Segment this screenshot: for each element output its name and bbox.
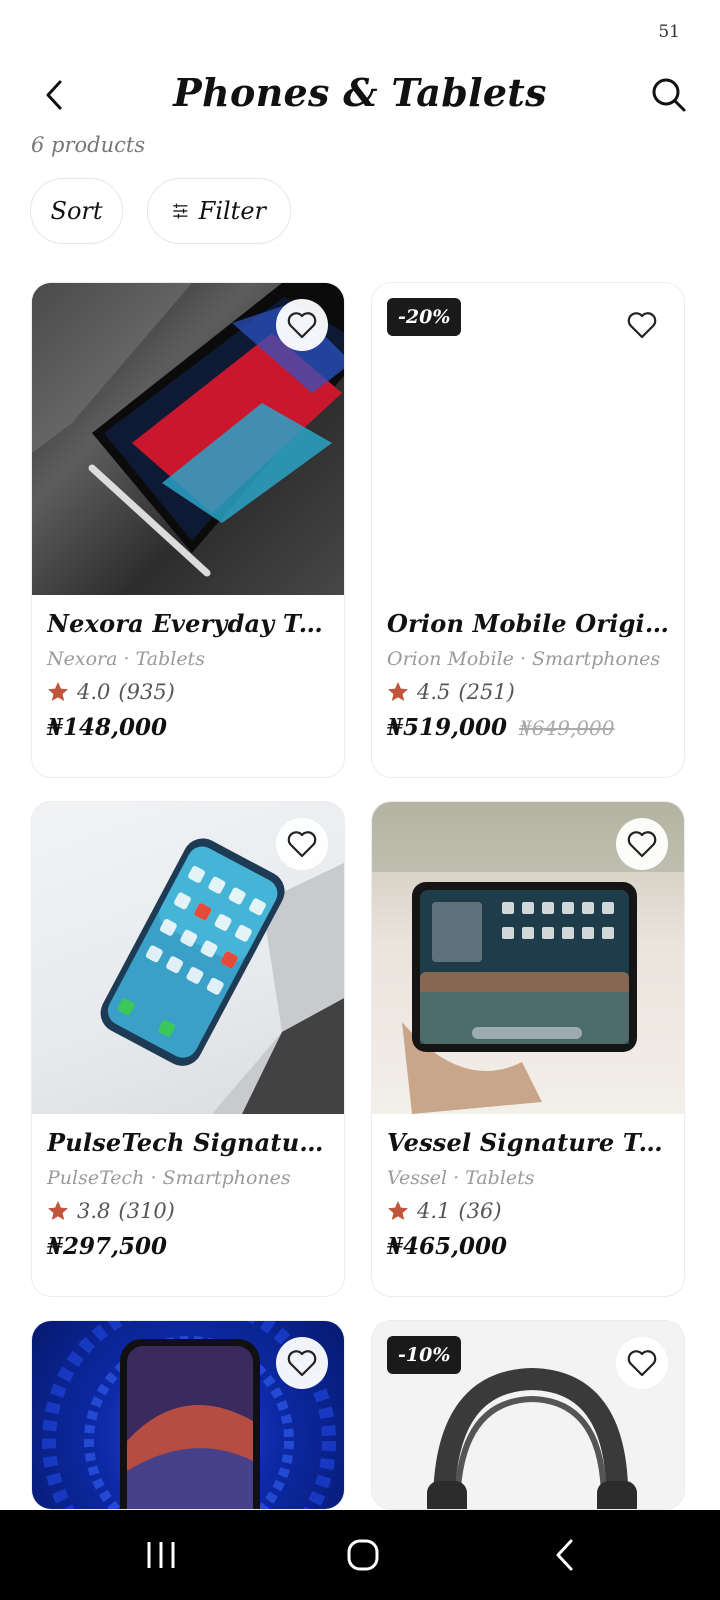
status-bar: 51: [0, 0, 720, 60]
favorite-button[interactable]: [276, 1337, 328, 1389]
product-name: Nexora Everyday Tablet: [47, 609, 329, 638]
product-brand-category: Nexora · Tablets: [47, 648, 205, 670]
product-card[interactable]: Vessel Signature Tablet Vessel · Tablets…: [371, 801, 685, 1297]
product-brand-category: PulseTech · Smartphones: [47, 1167, 291, 1189]
product-info: Orion Mobile Original Sm... Orion Mobile…: [372, 595, 684, 741]
product-price-row: ₦519,000 ₦649,000: [387, 714, 669, 741]
product-image: -10%: [372, 1321, 684, 1509]
filter-label: Filter: [198, 197, 266, 225]
filter-button[interactable]: Filter: [147, 178, 291, 244]
heart-outline-icon: [287, 1350, 317, 1377]
product-card[interactable]: -10%: [371, 1320, 685, 1510]
search-button[interactable]: [644, 70, 694, 120]
rating-value: 4.5: [417, 680, 451, 704]
favorite-button[interactable]: [616, 818, 668, 870]
product-price-row: ₦148,000: [47, 714, 329, 741]
product-name: PulseTech Signature Sm...: [47, 1128, 329, 1157]
product-count: 6 products: [31, 133, 146, 157]
product-brand-category: Orion Mobile · Smartphones: [387, 648, 661, 670]
product-price: ₦519,000: [387, 714, 508, 741]
heart-outline-icon: [287, 831, 317, 858]
rating-value: 4.1: [417, 1199, 451, 1223]
system-navigation-bar: [0, 1510, 720, 1600]
product-rating: 4.1 (36): [387, 1199, 669, 1223]
product-rating: 4.5 (251): [387, 680, 669, 704]
system-back-button[interactable]: [504, 1510, 624, 1600]
product-card[interactable]: Nexora Everyday Tablet Nexora · Tablets …: [31, 282, 345, 778]
recent-apps-icon: [147, 1542, 175, 1568]
star-icon: [388, 1201, 408, 1220]
product-price: ₦148,000: [47, 714, 168, 741]
discount-badge: -20%: [387, 298, 462, 336]
page-title: Phones & Tablets: [173, 70, 547, 115]
product-card[interactable]: -20% Orion Mobile Original Sm... Orion M…: [371, 282, 685, 778]
review-count: (935): [118, 680, 175, 704]
home-button[interactable]: [303, 1510, 423, 1600]
star-icon: [48, 682, 68, 701]
discount-badge: -10%: [387, 1336, 462, 1374]
status-time: 51: [658, 22, 680, 42]
favorite-button[interactable]: [616, 299, 668, 351]
review-count: (36): [458, 1199, 502, 1223]
product-info: Nexora Everyday Tablet Nexora · Tablets …: [32, 595, 344, 741]
rating-value: 4.0: [77, 680, 111, 704]
product-brand-category: Vessel · Tablets: [387, 1167, 535, 1189]
favorite-button[interactable]: [276, 818, 328, 870]
sliders-icon: [173, 203, 188, 219]
product-name: Orion Mobile Original Sm...: [387, 609, 669, 638]
star-icon: [388, 682, 408, 701]
back-arrow-icon: [556, 1539, 573, 1571]
heart-outline-icon: [627, 312, 657, 339]
product-info: Vessel Signature Tablet Vessel · Tablets…: [372, 1114, 684, 1260]
review-count: (251): [458, 680, 515, 704]
product-name: Vessel Signature Tablet: [387, 1128, 669, 1157]
heart-outline-icon: [287, 312, 317, 339]
recent-apps-button[interactable]: [101, 1510, 221, 1600]
heart-outline-icon: [627, 1350, 657, 1377]
review-count: (310): [118, 1199, 175, 1223]
rating-value: 3.8: [77, 1199, 111, 1223]
star-icon: [48, 1201, 68, 1220]
product-image: [372, 802, 684, 1114]
product-image: [32, 802, 344, 1114]
home-icon: [347, 1539, 379, 1571]
search-icon: [652, 78, 686, 112]
product-price-row: ₦297,500: [47, 1233, 329, 1260]
product-original-price: ₦649,000: [519, 716, 615, 740]
favorite-button[interactable]: [616, 1337, 668, 1389]
product-rating: 4.0 (935): [47, 680, 329, 704]
product-price: ₦465,000: [387, 1233, 508, 1260]
heart-outline-icon: [627, 831, 657, 858]
sort-filter-bar: Sort Filter: [30, 178, 291, 244]
favorite-button[interactable]: [276, 299, 328, 351]
sort-button[interactable]: Sort: [30, 178, 123, 244]
product-card[interactable]: [31, 1320, 345, 1510]
product-price-row: ₦465,000: [387, 1233, 669, 1260]
product-info: PulseTech Signature Sm... PulseTech · Sm…: [32, 1114, 344, 1260]
product-price: ₦297,500: [47, 1233, 168, 1260]
product-image: [32, 1321, 344, 1509]
product-image: [32, 283, 344, 595]
top-app-bar: Phones & Tablets: [0, 60, 720, 132]
product-card[interactable]: PulseTech Signature Sm... PulseTech · Sm…: [31, 801, 345, 1297]
sort-label: Sort: [50, 197, 103, 225]
product-image: -20%: [372, 283, 684, 595]
product-rating: 3.8 (310): [47, 1199, 329, 1223]
